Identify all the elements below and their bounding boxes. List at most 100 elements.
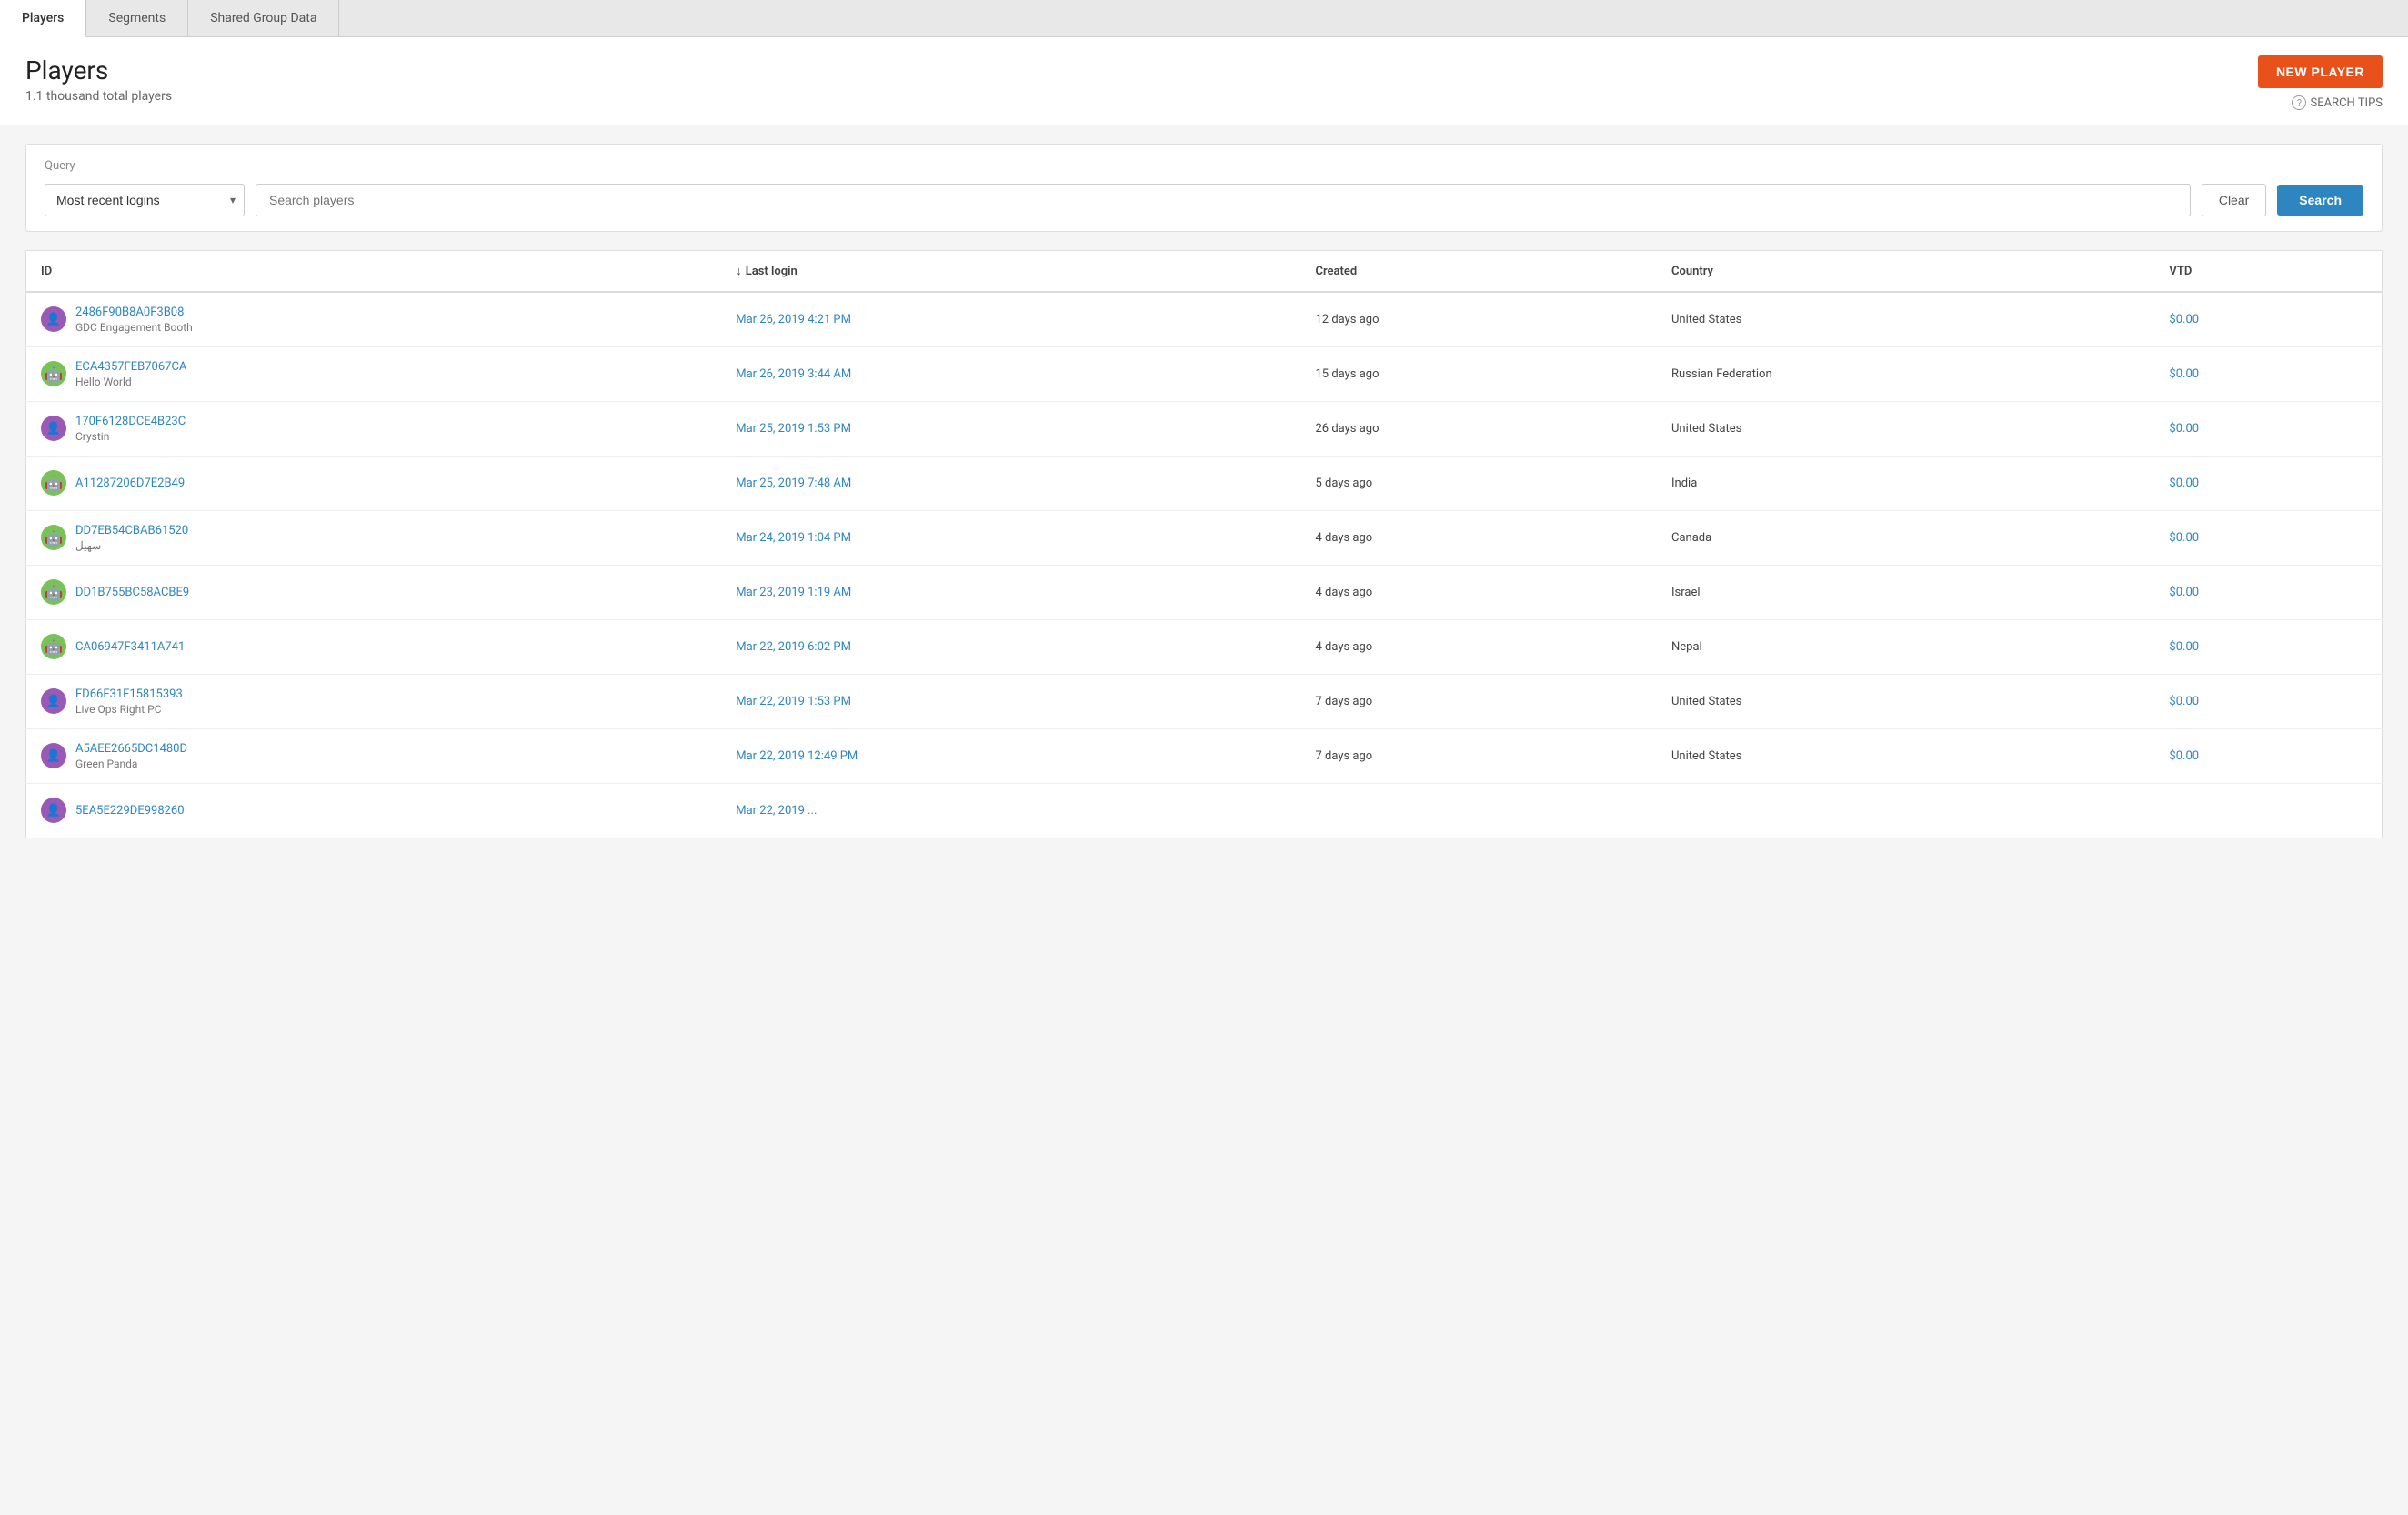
cell-vtd: $0.00 xyxy=(2154,619,2382,674)
cell-id: 🤖 DD7EB54CBAB61520 سهیل xyxy=(26,510,722,565)
cell-id: 👤 2486F90B8A0F3B08 GDC Engagement Booth xyxy=(26,292,722,346)
table-section: ID ↓Last login Created Country VTD 👤 248… xyxy=(25,250,2383,838)
ios-icon: 👤 xyxy=(41,743,66,768)
cell-vtd xyxy=(2154,783,2382,838)
android-icon: 🤖 xyxy=(41,361,66,386)
android-icon: 🤖 xyxy=(41,470,66,496)
players-table: ID ↓Last login Created Country VTD 👤 248… xyxy=(25,250,2383,838)
cell-vtd: $0.00 xyxy=(2154,565,2382,619)
player-id-link[interactable]: 5EA5E229DE998260 xyxy=(75,804,185,818)
table-row: 🤖 A11287206D7E2B49 Mar 25, 2019 7:48 AM … xyxy=(26,456,2383,510)
table-row: 🤖 DD7EB54CBAB61520 سهیل Mar 24, 2019 1:0… xyxy=(26,510,2383,565)
col-header-country: Country xyxy=(1657,251,2154,293)
query-label: Query xyxy=(45,159,2363,173)
cell-created: 26 days ago xyxy=(1300,401,1657,456)
table-row: 👤 2486F90B8A0F3B08 GDC Engagement Booth … xyxy=(26,292,2383,346)
cell-created: 7 days ago xyxy=(1300,728,1657,783)
cell-last-login: Mar 26, 2019 3:44 AM xyxy=(721,346,1300,401)
player-id-link[interactable]: A5AEE2665DC1480D xyxy=(75,742,187,756)
tab-segments[interactable]: Segments xyxy=(86,0,188,36)
player-id-link[interactable]: ECA4357FEB7067CA xyxy=(75,360,186,374)
tabs-bar: Players Segments Shared Group Data xyxy=(0,0,2408,37)
player-name: Live Ops Right PC xyxy=(75,703,183,716)
cell-country: United States xyxy=(1657,728,2154,783)
player-id-link[interactable]: 2486F90B8A0F3B08 xyxy=(75,306,193,319)
page-header: Players 1.1 thousand total players NEW P… xyxy=(0,37,2408,125)
ios-icon: 👤 xyxy=(41,798,66,823)
cell-country: Russian Federation xyxy=(1657,346,2154,401)
cell-vtd: $0.00 xyxy=(2154,674,2382,728)
new-player-button[interactable]: NEW PLAYER xyxy=(2258,55,2383,88)
cell-country: United States xyxy=(1657,292,2154,346)
cell-country: Israel xyxy=(1657,565,2154,619)
col-header-id: ID xyxy=(26,251,722,293)
cell-last-login: Mar 25, 2019 1:53 PM xyxy=(721,401,1300,456)
player-id-link[interactable]: 170F6128DCE4B23C xyxy=(75,415,186,428)
sort-arrow-icon: ↓ xyxy=(736,265,742,278)
search-tips-icon: ? xyxy=(2292,95,2306,110)
page-title: Players xyxy=(25,55,172,85)
cell-id: 🤖 A11287206D7E2B49 xyxy=(26,456,722,510)
cell-created: 4 days ago xyxy=(1300,510,1657,565)
table-row: 👤 170F6128DCE4B23C Crystin Mar 25, 2019 … xyxy=(26,401,2383,456)
query-controls: Most recent loginsMost recent creationPl… xyxy=(45,184,2363,216)
search-tips-link[interactable]: ? SEARCH TIPS xyxy=(2292,95,2383,110)
android-icon: 🤖 xyxy=(41,579,66,605)
player-name: Crystin xyxy=(75,430,186,443)
cell-id: 👤 5EA5E229DE998260 xyxy=(26,783,722,838)
table-row: 🤖 DD1B755BC58ACBE9 Mar 23, 2019 1:19 AM … xyxy=(26,565,2383,619)
player-id-link[interactable]: FD66F31F15815393 xyxy=(75,687,183,701)
player-id-link[interactable]: A11287206D7E2B49 xyxy=(75,477,185,490)
cell-country xyxy=(1657,783,2154,838)
cell-created: 5 days ago xyxy=(1300,456,1657,510)
cell-id: 👤 A5AEE2665DC1480D Green Panda xyxy=(26,728,722,783)
cell-vtd: $0.00 xyxy=(2154,401,2382,456)
player-name: Hello World xyxy=(75,376,186,388)
cell-last-login: Mar 22, 2019 ... xyxy=(721,783,1300,838)
cell-vtd: $0.00 xyxy=(2154,456,2382,510)
col-header-created: Created xyxy=(1300,251,1657,293)
clear-button[interactable]: Clear xyxy=(2202,184,2266,216)
table-row: 🤖 ECA4357FEB7067CA Hello World Mar 26, 2… xyxy=(26,346,2383,401)
player-name: GDC Engagement Booth xyxy=(75,321,193,334)
cell-last-login: Mar 25, 2019 7:48 AM xyxy=(721,456,1300,510)
cell-last-login: Mar 22, 2019 6:02 PM xyxy=(721,619,1300,674)
cell-created: 4 days ago xyxy=(1300,619,1657,674)
sort-select[interactable]: Most recent loginsMost recent creationPl… xyxy=(45,184,245,216)
player-id-link[interactable]: DD1B755BC58ACBE9 xyxy=(75,586,189,599)
sort-select-wrapper: Most recent loginsMost recent creationPl… xyxy=(45,184,245,216)
cell-last-login: Mar 23, 2019 1:19 AM xyxy=(721,565,1300,619)
cell-id: 🤖 CA06947F3411A741 xyxy=(26,619,722,674)
table-row: 👤 A5AEE2665DC1480D Green Panda Mar 22, 2… xyxy=(26,728,2383,783)
player-id-link[interactable]: CA06947F3411A741 xyxy=(75,640,185,654)
query-section: Query Most recent loginsMost recent crea… xyxy=(25,144,2383,232)
search-input[interactable] xyxy=(256,184,2191,216)
player-name: Green Panda xyxy=(75,758,187,770)
cell-vtd: $0.00 xyxy=(2154,728,2382,783)
player-name: سهیل xyxy=(75,539,188,552)
player-id-link[interactable]: DD7EB54CBAB61520 xyxy=(75,524,188,537)
tab-shared-group-data[interactable]: Shared Group Data xyxy=(188,0,339,36)
cell-created: 7 days ago xyxy=(1300,674,1657,728)
cell-id: 👤 170F6128DCE4B23C Crystin xyxy=(26,401,722,456)
cell-id: 🤖 DD1B755BC58ACBE9 xyxy=(26,565,722,619)
cell-vtd: $0.00 xyxy=(2154,510,2382,565)
cell-created: 15 days ago xyxy=(1300,346,1657,401)
ios-icon: 👤 xyxy=(41,306,66,332)
cell-last-login: Mar 26, 2019 4:21 PM xyxy=(721,292,1300,346)
search-button[interactable]: Search xyxy=(2277,185,2363,216)
cell-vtd: $0.00 xyxy=(2154,292,2382,346)
cell-created: 4 days ago xyxy=(1300,565,1657,619)
tab-players[interactable]: Players xyxy=(0,0,86,37)
cell-id: 🤖 ECA4357FEB7067CA Hello World xyxy=(26,346,722,401)
cell-country: United States xyxy=(1657,401,2154,456)
cell-id: 👤 FD66F31F15815393 Live Ops Right PC xyxy=(26,674,722,728)
table-row: 👤 5EA5E229DE998260 Mar 22, 2019 ... xyxy=(26,783,2383,838)
android-icon: 🤖 xyxy=(41,634,66,659)
ios-icon: 👤 xyxy=(41,416,66,441)
col-header-vtd: VTD xyxy=(2154,251,2382,293)
col-header-last-login[interactable]: ↓Last login xyxy=(721,251,1300,293)
player-count: 1.1 thousand total players xyxy=(25,89,172,104)
table-row: 🤖 CA06947F3411A741 Mar 22, 2019 6:02 PM … xyxy=(26,619,2383,674)
header-left: Players 1.1 thousand total players xyxy=(25,55,172,104)
